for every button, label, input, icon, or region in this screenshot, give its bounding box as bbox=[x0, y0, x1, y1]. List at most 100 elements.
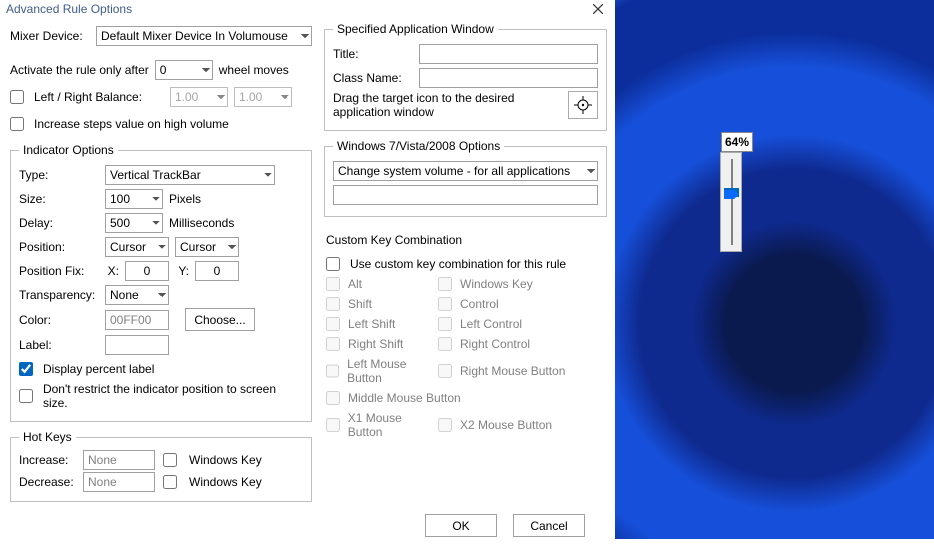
key-x2-label: X2 Mouse Button bbox=[460, 418, 552, 432]
posfix-x-label: X: bbox=[105, 264, 119, 278]
titlebar: Advanced Rule Options bbox=[0, 0, 615, 18]
indicator-size-unit: Pixels bbox=[169, 192, 201, 206]
key-rmb-checkbox bbox=[438, 364, 452, 378]
key-lshift-label: Left Shift bbox=[348, 317, 395, 331]
key-rshift-label: Right Shift bbox=[348, 337, 403, 351]
win7-volume-select[interactable]: Change system volume - for all applicati… bbox=[333, 161, 598, 181]
app-window-group: Specified Application Window Title: Clas… bbox=[324, 22, 607, 131]
increase-high-volume-checkbox[interactable] bbox=[10, 117, 24, 131]
color-input bbox=[105, 310, 169, 330]
activate-label-before: Activate the rule only after bbox=[10, 63, 149, 77]
hotkeys-group: Hot Keys Increase: Windows Key Decrease:… bbox=[10, 430, 312, 502]
indicator-label-label: Label: bbox=[19, 338, 99, 352]
posfix-y-label: Y: bbox=[175, 264, 189, 278]
drag-target-text: Drag the target icon to the desired appl… bbox=[333, 91, 562, 119]
display-percent-label: Display percent label bbox=[43, 362, 154, 376]
use-custom-key-checkbox[interactable] bbox=[326, 257, 340, 271]
posfix-y-input[interactable] bbox=[195, 261, 239, 281]
app-title-input[interactable] bbox=[419, 44, 598, 64]
activate-wheel-select[interactable]: 0 bbox=[155, 60, 213, 80]
indicator-type-select[interactable]: Vertical TrackBar bbox=[105, 165, 275, 185]
use-custom-key-label: Use custom key combination for this rule bbox=[350, 257, 566, 271]
indicator-posfix-label: Position Fix: bbox=[19, 264, 99, 278]
indicator-size-select[interactable]: 100 bbox=[105, 189, 163, 209]
indicator-options-legend: Indicator Options bbox=[19, 143, 118, 157]
indicator-label-input[interactable] bbox=[105, 335, 169, 355]
key-lmb-checkbox bbox=[326, 364, 339, 378]
key-lshift-checkbox bbox=[326, 317, 340, 331]
hotkey-increase-winkey-label: Windows Key bbox=[189, 453, 262, 467]
key-control-label: Control bbox=[460, 297, 499, 311]
indicator-delay-select[interactable]: 500 bbox=[105, 213, 163, 233]
lr-balance-right-select: 1.00 bbox=[234, 87, 292, 107]
custom-key-group: Custom Key Combination Use custom key co… bbox=[324, 233, 607, 439]
choose-color-button[interactable]: Choose... bbox=[185, 308, 255, 331]
posfix-x-input[interactable] bbox=[125, 261, 169, 281]
target-icon bbox=[574, 96, 592, 114]
app-title-label: Title: bbox=[333, 47, 413, 61]
key-alt-label: Alt bbox=[348, 277, 362, 291]
cancel-button[interactable]: Cancel bbox=[513, 514, 585, 537]
key-x1-checkbox bbox=[326, 418, 340, 432]
app-class-input[interactable] bbox=[419, 68, 598, 88]
advanced-rule-options-dialog: Advanced Rule Options Mixer Device: Defa… bbox=[0, 0, 615, 539]
key-mmb-checkbox bbox=[326, 391, 340, 405]
indicator-delay-label: Delay: bbox=[19, 216, 99, 230]
mixer-device-select[interactable]: Default Mixer Device In Volumouse bbox=[96, 26, 312, 46]
hotkeys-legend: Hot Keys bbox=[19, 430, 76, 444]
ok-button[interactable]: OK bbox=[425, 514, 497, 537]
hotkey-decrease-label: Decrease: bbox=[19, 475, 75, 489]
key-mmb-label: Middle Mouse Button bbox=[348, 391, 461, 405]
drag-target-button[interactable] bbox=[568, 91, 598, 119]
key-lcontrol-checkbox bbox=[438, 317, 452, 331]
close-icon bbox=[593, 4, 603, 14]
mixer-device-label: Mixer Device: bbox=[10, 29, 90, 43]
dialog-title: Advanced Rule Options bbox=[6, 2, 132, 16]
dont-restrict-checkbox[interactable] bbox=[19, 389, 33, 403]
key-lcontrol-label: Left Control bbox=[460, 317, 522, 331]
key-rcontrol-checkbox bbox=[438, 337, 452, 351]
hotkey-increase-label: Increase: bbox=[19, 453, 75, 467]
indicator-pos-x-select[interactable]: Cursor bbox=[105, 237, 169, 257]
app-class-label: Class Name: bbox=[333, 71, 413, 85]
indicator-position-label: Position: bbox=[19, 240, 99, 254]
key-lmb-label: Left Mouse Button bbox=[347, 357, 438, 385]
lr-balance-checkbox[interactable] bbox=[10, 90, 24, 104]
hotkey-decrease-input[interactable] bbox=[83, 472, 155, 492]
indicator-delay-unit: Milliseconds bbox=[169, 216, 234, 230]
key-x1-label: X1 Mouse Button bbox=[348, 411, 438, 439]
lr-balance-left-select: 1.00 bbox=[170, 87, 228, 107]
transparency-label: Transparency: bbox=[19, 288, 99, 302]
indicator-type-label: Type: bbox=[19, 168, 99, 182]
key-rshift-checkbox bbox=[326, 337, 340, 351]
display-percent-checkbox[interactable] bbox=[19, 362, 33, 376]
key-shift-checkbox bbox=[326, 297, 340, 311]
indicator-options-group: Indicator Options Type: Vertical TrackBa… bbox=[10, 143, 312, 422]
custom-key-legend: Custom Key Combination bbox=[326, 233, 605, 247]
win7-extra-input bbox=[333, 185, 598, 205]
volume-track bbox=[731, 159, 733, 245]
key-control-checkbox bbox=[438, 297, 452, 311]
increase-high-volume-label: Increase steps value on high volume bbox=[34, 117, 229, 131]
indicator-size-label: Size: bbox=[19, 192, 99, 206]
transparency-select[interactable]: None bbox=[105, 285, 169, 305]
dont-restrict-label: Don't restrict the indicator position to… bbox=[43, 382, 303, 410]
key-shift-label: Shift bbox=[348, 297, 372, 311]
custom-key-grid: Alt Windows Key Shift Control Left Shift… bbox=[326, 277, 605, 439]
key-rcontrol-label: Right Control bbox=[460, 337, 530, 351]
close-button[interactable] bbox=[587, 0, 609, 18]
volume-percent-label: 64% bbox=[721, 132, 753, 152]
activate-label-after: wheel moves bbox=[219, 63, 289, 77]
hotkey-increase-input[interactable] bbox=[83, 450, 155, 470]
hotkey-increase-winkey-checkbox[interactable] bbox=[163, 453, 177, 467]
win7-options-legend: Windows 7/Vista/2008 Options bbox=[333, 139, 504, 153]
hotkey-decrease-winkey-checkbox[interactable] bbox=[163, 475, 177, 489]
indicator-pos-y-select[interactable]: Cursor bbox=[175, 237, 239, 257]
hotkey-decrease-winkey-label: Windows Key bbox=[189, 475, 262, 489]
color-label: Color: bbox=[19, 313, 99, 327]
volume-indicator: 64% bbox=[720, 152, 742, 252]
key-x2-checkbox bbox=[438, 418, 452, 432]
volume-thumb[interactable] bbox=[724, 188, 739, 197]
lr-balance-label: Left / Right Balance: bbox=[34, 90, 164, 104]
key-winkey-label: Windows Key bbox=[460, 277, 533, 291]
